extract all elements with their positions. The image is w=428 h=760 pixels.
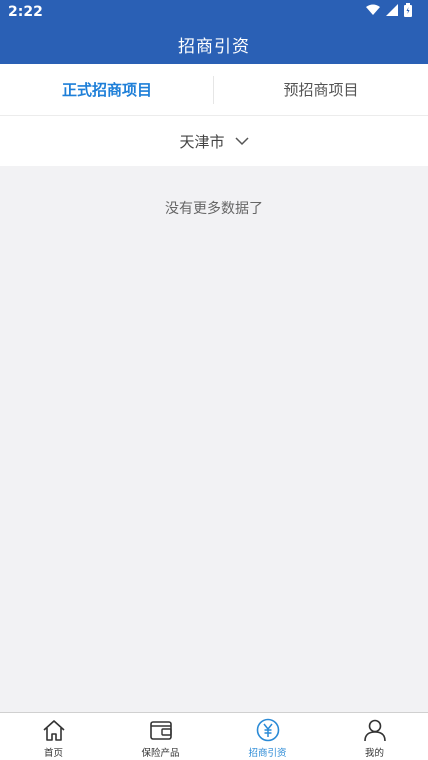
page-title: 招商引资 xyxy=(178,37,250,57)
tab-formal-projects[interactable]: 正式招商项目 xyxy=(0,64,214,115)
nav-item-insurance[interactable]: 保险产品 xyxy=(107,713,214,760)
tab-label: 预招商项目 xyxy=(283,81,359,99)
battery-icon xyxy=(404,3,412,17)
chevron-down-icon xyxy=(234,136,249,145)
wifi-icon xyxy=(366,4,380,15)
tab-label: 正式招商项目 xyxy=(61,81,152,99)
city-selector[interactable]: 天津市 xyxy=(0,116,428,166)
nav-item-profile[interactable]: 我的 xyxy=(321,713,428,760)
home-icon xyxy=(42,720,65,741)
nav-item-home[interactable]: 首页 xyxy=(0,713,107,760)
signal-icon xyxy=(386,4,398,16)
status-icons xyxy=(366,3,412,17)
nav-label: 招商引资 xyxy=(248,748,287,759)
project-tabs: 正式招商项目 预招商项目 xyxy=(0,64,428,116)
project-list: 没有更多数据了 xyxy=(0,166,428,712)
city-label: 天津市 xyxy=(179,132,225,151)
app-header: 2:22 招商引资 xyxy=(0,0,428,64)
user-icon xyxy=(363,719,386,742)
empty-message: 没有更多数据了 xyxy=(165,201,263,217)
yen-icon xyxy=(256,718,279,742)
tab-pre-projects[interactable]: 预招商项目 xyxy=(214,64,428,115)
nav-label: 首页 xyxy=(43,748,63,759)
bottom-nav: 首页 保险产品 招商引资 我的 xyxy=(0,712,428,760)
wallet-icon xyxy=(149,721,172,740)
status-time: 2:22 xyxy=(8,4,43,20)
nav-label: 保险产品 xyxy=(141,748,180,759)
nav-item-investment[interactable]: 招商引资 xyxy=(214,713,321,760)
nav-label: 我的 xyxy=(364,748,384,759)
